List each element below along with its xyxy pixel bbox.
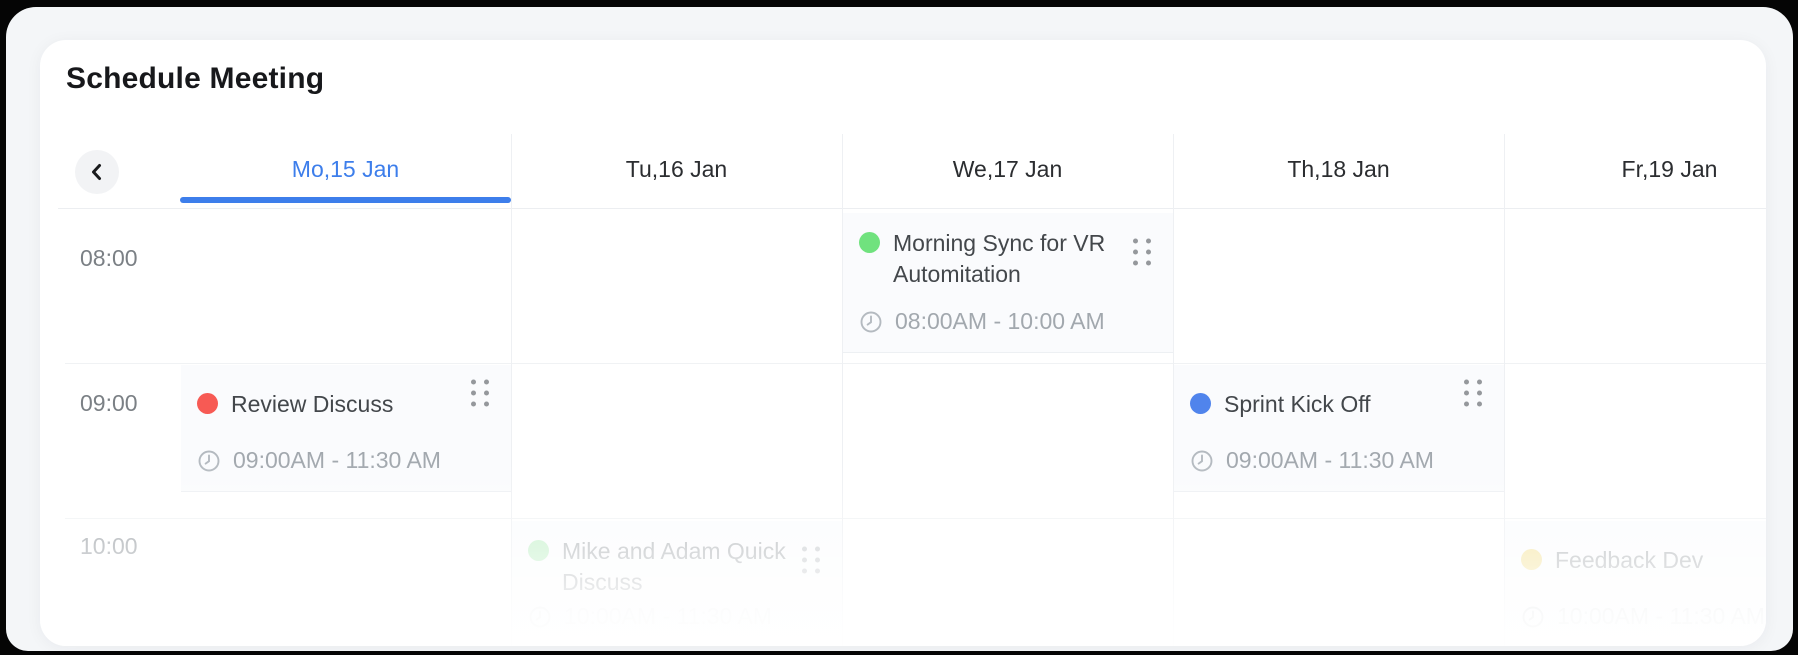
event-time: 08:00AM - 10:00 AM	[895, 308, 1105, 335]
time-label-0800: 08:00	[80, 245, 138, 272]
event-card-feedback-dev[interactable]: Feedback Dev 10:00AM - 11:30 AM	[1505, 521, 1766, 646]
header-divider-line	[58, 208, 1766, 209]
event-time: 09:00AM - 11:30 AM	[1226, 447, 1434, 474]
event-time: 09:00AM - 11:30 AM	[233, 447, 441, 474]
drag-handle-icon[interactable]	[802, 546, 820, 573]
day-label: Mo,15 Jan	[292, 156, 399, 183]
clock-icon	[859, 310, 883, 334]
event-color-dot	[197, 393, 218, 414]
time-label-1000: 10:00	[80, 533, 138, 560]
event-color-dot	[1190, 393, 1211, 414]
drag-handle-icon[interactable]	[1464, 379, 1482, 406]
event-color-dot	[528, 540, 549, 561]
event-time: 10:00AM - 11:30 AM	[1557, 603, 1765, 630]
day-label: Fr,19 Jan	[1622, 156, 1718, 183]
event-title: Morning Sync for VR Automitation	[893, 228, 1121, 290]
event-color-dot	[1521, 549, 1542, 570]
event-time: 10:00AM - 11:30 AM	[564, 603, 772, 630]
clock-icon	[528, 605, 552, 629]
grid-row-line	[65, 363, 1766, 364]
event-card-mike-adam-discuss[interactable]: Mike and Adam Quick Discuss 10:00AM - 11…	[512, 521, 842, 646]
clock-icon	[197, 449, 221, 473]
drag-handle-icon[interactable]	[471, 379, 489, 406]
time-label-0900: 09:00	[80, 390, 138, 417]
event-color-dot	[859, 232, 880, 253]
drag-handle-icon[interactable]	[1133, 238, 1151, 265]
tab-day-fr-19-jan[interactable]: Fr,19 Jan	[1504, 130, 1766, 208]
day-label: Th,18 Jan	[1287, 156, 1389, 183]
event-title: Feedback Dev	[1555, 545, 1703, 576]
event-title: Mike and Adam Quick Discuss	[562, 536, 790, 598]
back-button[interactable]	[75, 150, 119, 194]
event-title: Review Discuss	[231, 389, 393, 420]
selected-tab-underline	[180, 197, 511, 203]
grid-row-line	[65, 518, 1766, 519]
tab-day-mo-15-jan[interactable]: Mo,15 Jan	[180, 130, 511, 208]
screen: Schedule Meeting Mo,15 Jan Tu,16 Jan We,…	[0, 0, 1798, 655]
chevron-left-icon	[86, 161, 108, 183]
day-label: We,17 Jan	[953, 156, 1063, 183]
event-card-review-discuss[interactable]: Review Discuss 09:00AM - 11:30 AM	[181, 365, 511, 492]
tab-day-we-17-jan[interactable]: We,17 Jan	[842, 130, 1173, 208]
event-card-sprint-kick-off[interactable]: Sprint Kick Off 09:00AM - 11:30 AM	[1174, 365, 1504, 492]
clock-icon	[1521, 605, 1545, 629]
day-label: Tu,16 Jan	[626, 156, 727, 183]
schedule-meeting-panel: Schedule Meeting Mo,15 Jan Tu,16 Jan We,…	[40, 40, 1766, 646]
tab-day-th-18-jan[interactable]: Th,18 Jan	[1173, 130, 1504, 208]
tab-day-tu-16-jan[interactable]: Tu,16 Jan	[511, 130, 842, 208]
grid-column-line	[842, 134, 843, 646]
event-card-morning-sync[interactable]: Morning Sync for VR Automitation 08:00AM…	[843, 213, 1173, 353]
clock-icon	[1190, 449, 1214, 473]
page-title: Schedule Meeting	[66, 62, 324, 96]
event-title: Sprint Kick Off	[1224, 389, 1371, 420]
